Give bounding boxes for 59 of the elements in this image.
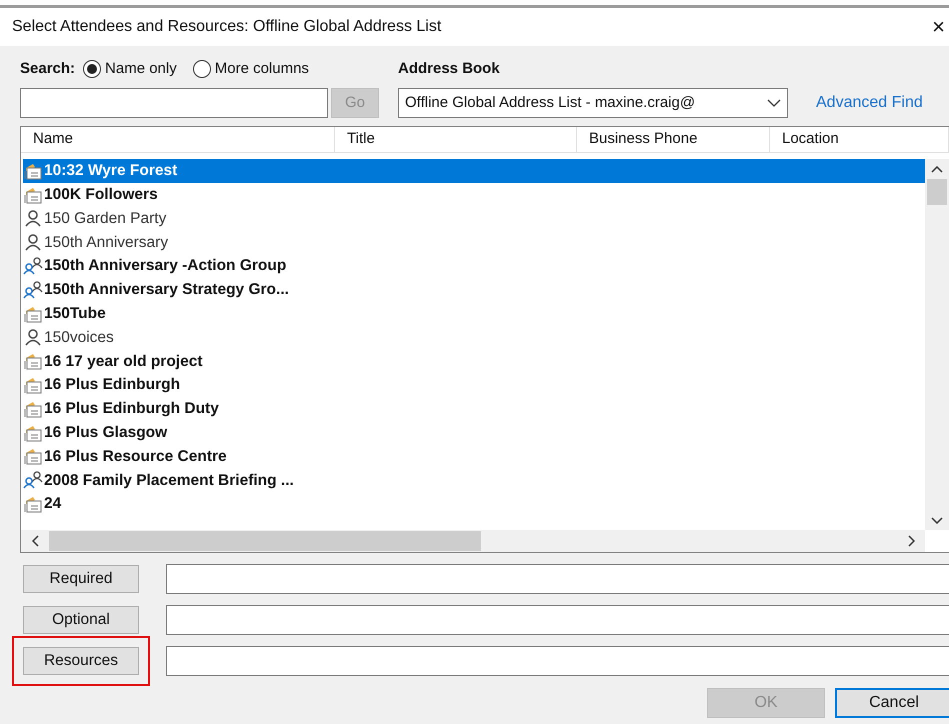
contact-row[interactable]: 2008 Family Placement Briefing ... xyxy=(23,468,925,492)
chevron-down-icon xyxy=(931,516,943,524)
recipient-type-button[interactable]: Resources xyxy=(23,647,139,675)
close-button[interactable]: × xyxy=(932,16,945,38)
person-icon xyxy=(23,328,43,346)
contact-row[interactable]: 150Tube xyxy=(23,302,925,326)
recipient-field[interactable] xyxy=(166,605,949,635)
contact-row[interactable]: 10:32 Wyre Forest xyxy=(23,159,925,183)
column-header[interactable]: Location xyxy=(770,127,949,152)
vertical-scrollbar[interactable] xyxy=(925,159,949,530)
people-icon xyxy=(23,471,43,490)
horizontal-scrollbar[interactable] xyxy=(21,530,925,552)
radio-option[interactable]: More columns xyxy=(192,58,309,80)
chevron-up-icon xyxy=(931,166,943,172)
chevron-right-icon xyxy=(908,535,914,547)
people-icon xyxy=(23,280,43,299)
address-book-icon xyxy=(23,304,43,323)
scrollbar-thumb[interactable] xyxy=(927,179,947,205)
contact-row[interactable]: 150 Garden Party xyxy=(23,206,925,230)
address-book-icon xyxy=(23,495,43,514)
address-book-label: Address Book xyxy=(398,58,501,79)
contact-row[interactable]: 150th Anniversary xyxy=(23,230,925,254)
window-title: Select Attendees and Resources: Offline Global Address List xyxy=(12,17,442,37)
recipient-type-button[interactable]: Optional xyxy=(23,606,139,634)
column-header[interactable]: Business Phone xyxy=(577,127,770,152)
contact-row[interactable]: 150voices xyxy=(23,326,925,350)
contact-row[interactable]: 16 Plus Glasgow xyxy=(23,420,925,445)
address-book-icon xyxy=(23,352,43,370)
contact-row[interactable]: 24 xyxy=(23,492,925,516)
person-icon xyxy=(23,233,43,252)
radio-option[interactable]: Name only xyxy=(83,58,177,80)
address-book-icon xyxy=(23,424,43,442)
people-icon xyxy=(23,257,43,276)
column-header[interactable]: Name xyxy=(21,127,335,152)
address-book-icon xyxy=(23,376,43,394)
address-book-icon xyxy=(23,400,43,418)
recipient-type-button[interactable]: Required xyxy=(23,565,139,593)
contact-row[interactable]: 16 17 year old project xyxy=(23,349,925,374)
search-label: Search: xyxy=(20,58,76,79)
chevron-left-icon xyxy=(32,535,38,547)
address-book-icon xyxy=(23,447,43,466)
chevron-down-icon xyxy=(767,99,781,107)
contact-row[interactable]: 150th Anniversary -Action Group xyxy=(23,254,925,278)
search-field[interactable] xyxy=(20,88,328,118)
contact-row[interactable]: 150th Anniversary Strategy Gro... xyxy=(23,278,925,302)
recipient-field[interactable] xyxy=(166,646,949,676)
scrollbar-thumb[interactable] xyxy=(49,531,481,551)
advanced-find-link[interactable]: Advanced Find xyxy=(816,91,923,115)
contact-row[interactable]: 16 Plus Edinburgh Duty xyxy=(23,396,925,421)
dialog-button[interactable]: Cancel xyxy=(835,688,949,718)
contact-row[interactable]: 16 Plus Edinburgh xyxy=(23,373,925,397)
address-book-dropdown[interactable]: Offline Global Address List - maxine.craig@ xyxy=(398,88,788,118)
recipient-field[interactable] xyxy=(166,564,949,594)
address-book-icon xyxy=(23,186,43,204)
address-book-icon xyxy=(23,162,43,180)
person-icon xyxy=(23,209,43,228)
column-header[interactable]: Title xyxy=(335,127,577,152)
contact-row[interactable]: 100K Followers xyxy=(23,182,925,207)
contact-row[interactable]: 16 Plus Resource Centre xyxy=(23,444,925,468)
